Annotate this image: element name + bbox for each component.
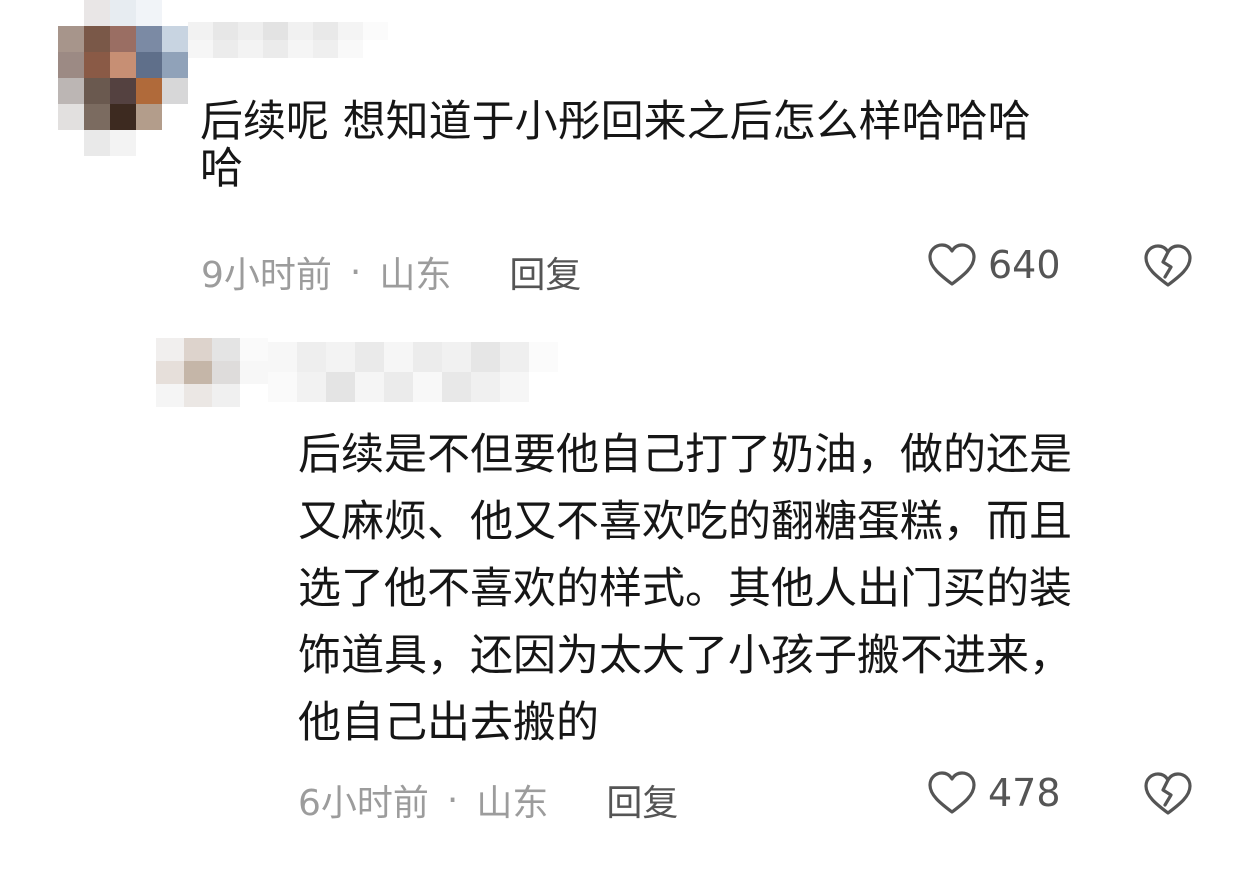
timestamp: 6小时前: [298, 783, 429, 824]
comment-text-line: 他自己出去搬的: [298, 698, 599, 748]
separator-dot: ·: [446, 779, 459, 821]
broken-heart-icon[interactable]: [1142, 771, 1194, 817]
comment-meta: 9小时前 · 山东 回复: [201, 246, 581, 298]
like-button[interactable]: 640: [926, 242, 1061, 288]
heart-outline-icon: [928, 243, 976, 286]
comment-text-line: 后续呢 想知道于小彤回来之后怎么样哈哈哈: [200, 97, 1031, 147]
comment-text: 后续是不但要他自己打了奶油，做的还是 又麻烦、他又不喜欢吃的翻糖蛋糕，而且 选了…: [298, 422, 1208, 757]
reply-button[interactable]: 回复: [606, 774, 678, 826]
location: 山东: [379, 255, 452, 296]
like-count: 478: [988, 771, 1061, 815]
comment-meta: 6小时前 · 山东 回复: [298, 774, 678, 826]
comment-text-line: 后续是不但要他自己打了奶油，做的还是: [298, 430, 1072, 480]
like-button[interactable]: 478: [926, 770, 1061, 816]
comment-text-line: 选了他不喜欢的样式。其他人出门买的装: [298, 564, 1072, 614]
avatar[interactable]: [128, 338, 268, 408]
username[interactable]: [268, 342, 558, 402]
comment-text-line: 饰道具，还因为太大了小孩子搬不进来，: [298, 631, 1072, 681]
comment-text-line: 哈: [200, 144, 243, 194]
like-count: 640: [988, 243, 1061, 287]
reply-button[interactable]: 回复: [509, 246, 581, 298]
timestamp: 9小时前: [201, 255, 332, 296]
broken-heart-icon[interactable]: [1142, 243, 1194, 289]
location: 山东: [476, 783, 549, 824]
avatar[interactable]: [58, 0, 188, 156]
comment-text-line: 又麻烦、他又不喜欢吃的翻糖蛋糕，而且: [298, 497, 1072, 547]
comment-text: 后续呢 想知道于小彤回来之后怎么样哈哈哈 哈: [200, 99, 1175, 193]
heart-outline-icon: [928, 771, 976, 814]
separator-dot: ·: [349, 251, 362, 293]
username[interactable]: [188, 22, 388, 58]
